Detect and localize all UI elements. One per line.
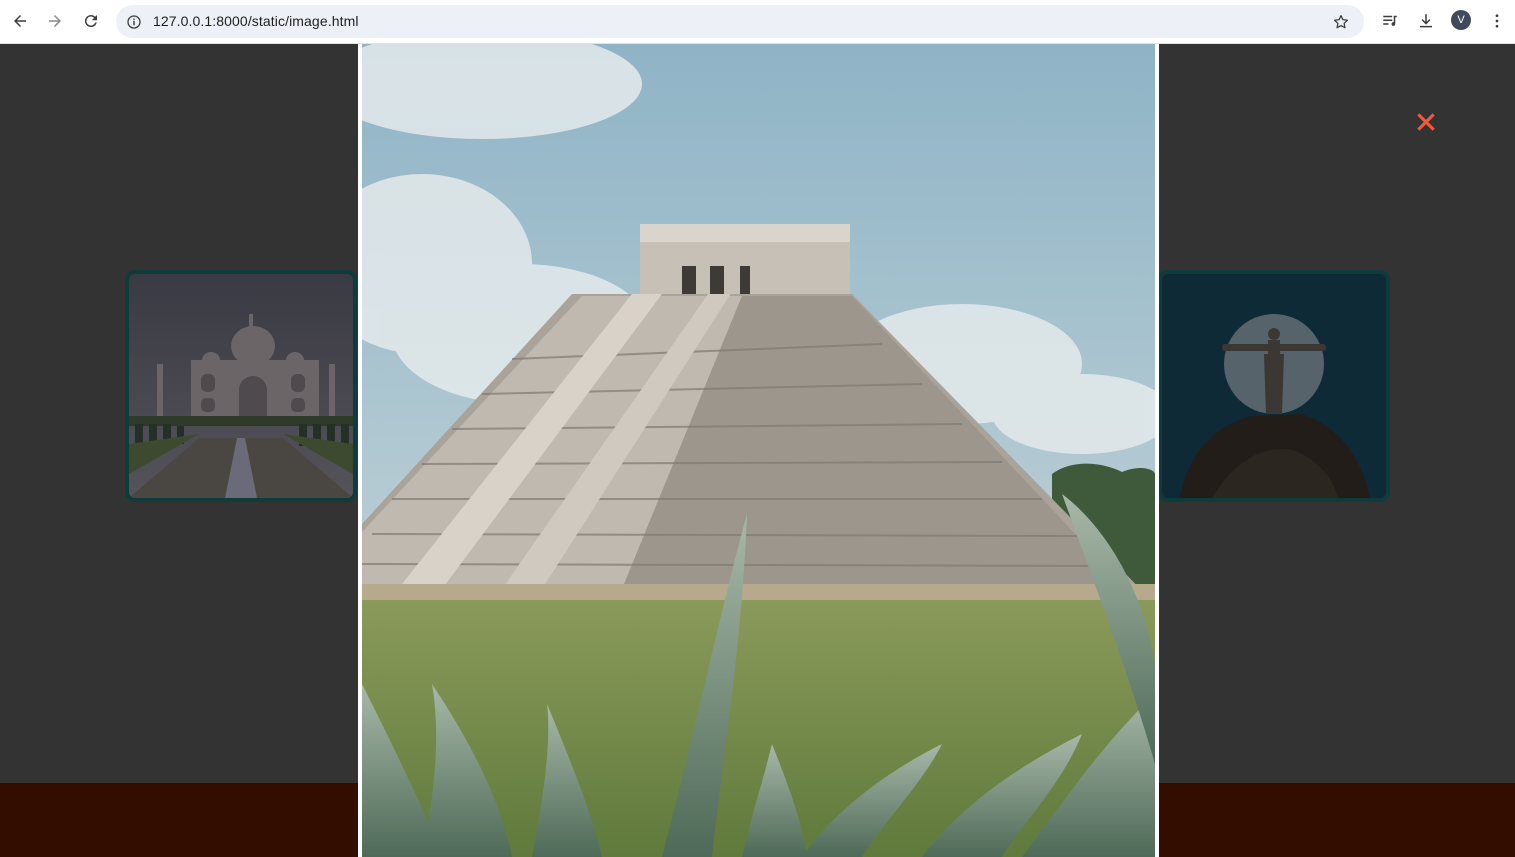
url-text[interactable]: 127.0.0.1:8000/static/image.html <box>153 13 359 29</box>
star-icon <box>1333 14 1349 29</box>
thumbnail-taj-mahal[interactable] <box>125 270 357 502</box>
media-controls-icon <box>1383 15 1397 26</box>
downloads-button[interactable] <box>1414 9 1438 33</box>
kebab-menu-icon <box>1495 14 1499 28</box>
info-icon <box>127 15 141 29</box>
christ-redeemer-photo <box>1162 274 1386 498</box>
reload-button[interactable] <box>78 8 104 34</box>
browser-toolbar: 127.0.0.1:8000/static/image.html V <box>0 0 1515 44</box>
arrow-right-icon <box>49 15 61 27</box>
close-x-icon <box>1417 113 1435 131</box>
address-bar[interactable]: 127.0.0.1:8000/static/image.html <box>116 5 1364 38</box>
back-button[interactable] <box>7 8 33 34</box>
browser-menu-button[interactable] <box>1485 9 1509 33</box>
forward-button[interactable] <box>42 8 68 34</box>
download-icon <box>1420 14 1432 28</box>
reload-icon <box>84 15 97 28</box>
media-controls-button[interactable] <box>1378 9 1402 33</box>
profile-avatar[interactable]: V <box>1451 10 1471 30</box>
lightbox-frame <box>358 44 1159 857</box>
thumbnail-christ-redeemer[interactable] <box>1158 270 1390 502</box>
site-info-button[interactable] <box>124 12 144 32</box>
bookmark-button[interactable] <box>1330 11 1352 33</box>
arrow-left-icon <box>14 15 26 27</box>
gallery-page <box>0 44 1515 857</box>
close-lightbox-button[interactable] <box>1410 106 1442 138</box>
taj-mahal-photo <box>129 274 353 498</box>
pyramid-photo <box>362 44 1155 857</box>
